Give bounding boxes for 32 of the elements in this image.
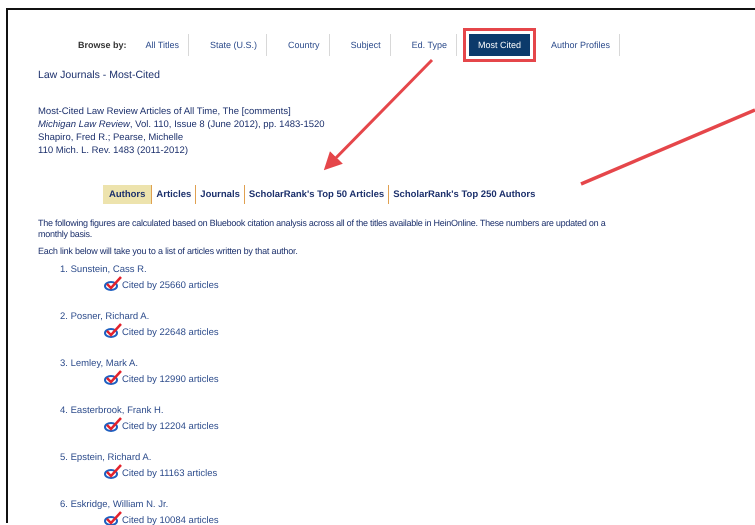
cited-by-link[interactable]: Cited by 22648 articles [122,327,219,338]
cited-by-link[interactable]: Cited by 25660 articles [122,280,219,291]
cited-by-link[interactable]: Cited by 12990 articles [122,374,219,385]
intro-paragraph: The following figures are calculated based on Bluebook citation analysis across all of the titles available in HeinOnline. These numbers are updated on a monthly basis. [38,218,607,240]
checkmark-icon [104,323,122,338]
checkmark-icon [104,276,122,291]
subnav-link[interactable]: Articles [151,185,196,204]
page-title: Law Journals - Most-Cited [38,69,161,81]
instruction-text: Each link below will take you to a list of articles written by that author. [38,246,299,256]
browse-tab[interactable]: Most Cited [468,34,530,56]
author-link[interactable]: 3. Lemley, Mark A. [60,358,755,369]
citation-text: 110 Mich. L. Rev. 1483 (2011-2012) [38,144,188,157]
subnav-link[interactable]: Authors [103,185,152,204]
cited-by-link[interactable]: Cited by 12204 articles [122,421,219,432]
subnav-link[interactable]: ScholarRank's Top 250 Authors [388,185,540,204]
author-link[interactable]: 6. Eskridge, William N. Jr. [60,499,755,510]
author-link[interactable]: 4. Easterbrook, Frank H. [60,405,755,416]
author-link[interactable]: 1. Sunstein, Cass R. [60,264,755,275]
subnav-link[interactable]: ScholarRank's Top 50 Articles [244,185,388,204]
author-link[interactable]: 5. Epstein, Richard A. [60,452,755,463]
article-title-link[interactable]: Most-Cited Law Review Articles of All Time, The [comments] [38,105,291,118]
browse-label: Browse by: [78,40,127,50]
checkmark-icon [104,511,122,525]
author-link[interactable]: 2. Posner, Richard A. [60,311,755,322]
checkmark-icon [104,464,122,479]
cited-by-link[interactable]: Cited by 10084 articles [122,515,219,525]
cited-by-link[interactable]: Cited by 11163 articles [122,468,218,479]
checkmark-icon [104,417,122,432]
source-text: Michigan Law Review, Vol. 110, Issue 8 (June 2012), pp. 1483-1520 [38,118,325,131]
subnav-link[interactable]: Journals [195,185,244,204]
checkmark-icon [104,370,122,385]
authors-link[interactable]: Shapiro, Fred R.; Pearse, Michelle [38,131,184,144]
